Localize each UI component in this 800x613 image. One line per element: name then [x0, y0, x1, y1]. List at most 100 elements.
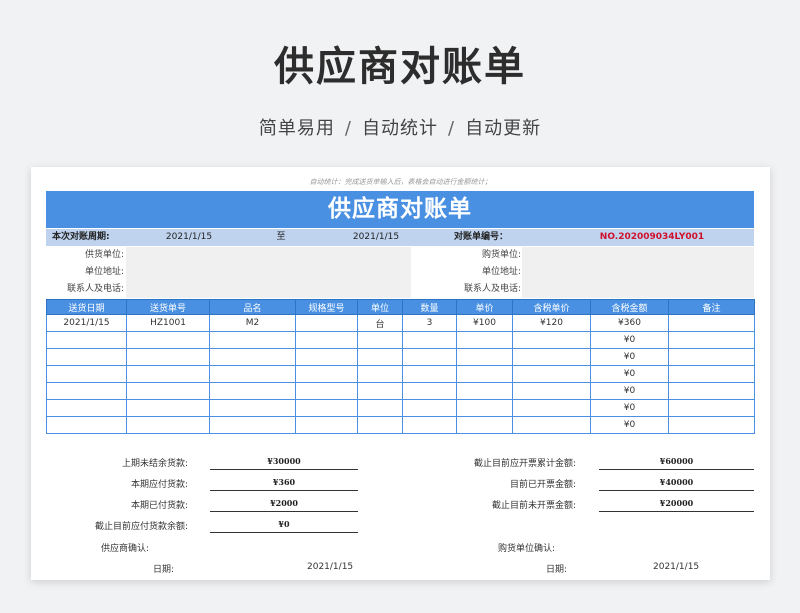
table-cell[interactable]: [456, 331, 513, 349]
table-cell[interactable]: M2: [209, 314, 296, 332]
period-start[interactable]: 2021/1/15: [144, 229, 234, 246]
table-cell[interactable]: [512, 348, 591, 366]
info-row-address: 单位地址: 单位地址:: [46, 264, 754, 281]
summary-value[interactable]: ¥360: [210, 477, 358, 491]
supplier-label: 供货单位:: [84, 250, 124, 260]
table-cell[interactable]: [668, 416, 755, 434]
table-cell[interactable]: ¥0: [590, 331, 669, 349]
table-cell[interactable]: [295, 348, 358, 366]
buyer-date[interactable]: 2021/1/15: [653, 562, 699, 572]
table-cell[interactable]: [46, 348, 127, 366]
table-cell[interactable]: [357, 348, 403, 366]
table-cell[interactable]: [209, 365, 296, 383]
supplier-addr-field[interactable]: [126, 264, 411, 281]
table-cell[interactable]: ¥120: [512, 314, 591, 332]
summary-value[interactable]: ¥30000: [210, 456, 358, 470]
table-cell[interactable]: [295, 382, 358, 400]
table-cell[interactable]: [295, 314, 358, 332]
table-cell[interactable]: [456, 348, 513, 366]
summary-value[interactable]: ¥0: [210, 519, 358, 533]
summary-value[interactable]: ¥2000: [210, 498, 358, 512]
table-cell[interactable]: ¥0: [590, 348, 669, 366]
supplier-addr-label: 单位地址:: [84, 267, 124, 277]
table-cell[interactable]: [295, 365, 358, 383]
table-cell[interactable]: [126, 348, 210, 366]
table-cell[interactable]: ¥100: [456, 314, 513, 332]
table-cell[interactable]: [357, 416, 403, 434]
summary-label: 截止目前应开票累计金额:: [473, 459, 576, 469]
table-cell[interactable]: [209, 331, 296, 349]
period-end[interactable]: 2021/1/15: [326, 229, 426, 246]
summary-value[interactable]: ¥40000: [599, 477, 754, 491]
table-cell[interactable]: HZ1001: [126, 314, 210, 332]
supplier-contact-field[interactable]: [126, 281, 411, 298]
buyer-confirm: 购货单位确认:: [498, 544, 556, 554]
table-cell[interactable]: [456, 365, 513, 383]
table-cell[interactable]: [126, 416, 210, 434]
table-cell[interactable]: [295, 399, 358, 417]
table-cell[interactable]: [209, 416, 296, 434]
table-cell[interactable]: [46, 382, 127, 400]
table-cell[interactable]: [295, 331, 358, 349]
table-cell[interactable]: ¥0: [590, 365, 669, 383]
table-cell[interactable]: [126, 399, 210, 417]
table-cell[interactable]: [357, 399, 403, 417]
buyer-addr-field[interactable]: [522, 264, 754, 281]
subtitle-separator: /: [344, 118, 352, 139]
table-cell[interactable]: [456, 382, 513, 400]
statement-no[interactable]: NO.202009034LY001: [552, 229, 752, 246]
table-cell[interactable]: ¥0: [590, 399, 669, 417]
table-cell[interactable]: [456, 416, 513, 434]
delivery-table: 送货日期 送货单号 品名 规格型号 单位 数量 单价 含税单价 含税金额 备注 …: [46, 299, 755, 434]
table-cell[interactable]: [668, 314, 755, 332]
table-cell[interactable]: [46, 365, 127, 383]
table-cell[interactable]: [357, 331, 403, 349]
table-cell[interactable]: [357, 382, 403, 400]
table-cell[interactable]: [295, 416, 358, 434]
table-cell[interactable]: 台: [357, 314, 403, 332]
table-cell[interactable]: [668, 348, 755, 366]
table-cell[interactable]: [668, 331, 755, 349]
table-row: ¥0: [46, 416, 755, 434]
table-cell[interactable]: [126, 382, 210, 400]
summary-label: 本期应付货款:: [130, 480, 188, 490]
table-cell[interactable]: [668, 399, 755, 417]
table-cell[interactable]: [209, 382, 296, 400]
buyer-field[interactable]: [522, 247, 754, 264]
table-row: 2021/1/15 HZ1001 M2 台 3 ¥100 ¥120 ¥360: [46, 314, 755, 332]
table-cell[interactable]: [512, 331, 591, 349]
table-cell[interactable]: [512, 399, 591, 417]
supplier-date[interactable]: 2021/1/15: [307, 562, 353, 572]
table-cell[interactable]: [512, 365, 591, 383]
table-cell[interactable]: [402, 382, 457, 400]
table-cell[interactable]: [512, 382, 591, 400]
table-cell[interactable]: [46, 331, 127, 349]
table-cell[interactable]: [46, 399, 127, 417]
table-cell[interactable]: [126, 365, 210, 383]
table-cell[interactable]: 2021/1/15: [46, 314, 127, 332]
table-cell[interactable]: [402, 331, 457, 349]
summary-value[interactable]: ¥60000: [599, 456, 754, 470]
table-cell[interactable]: [402, 399, 457, 417]
table-cell[interactable]: [209, 399, 296, 417]
supplier-field[interactable]: [126, 247, 411, 264]
table-cell[interactable]: ¥360: [590, 314, 669, 332]
table-cell[interactable]: [402, 348, 457, 366]
table-cell[interactable]: [357, 365, 403, 383]
auto-stat-note: 自动统计：完成送货单输入后，表格会自动进行金额统计；: [309, 178, 492, 186]
col-header: 备注: [668, 299, 755, 315]
table-cell[interactable]: [668, 382, 755, 400]
summary-value[interactable]: ¥20000: [599, 498, 754, 512]
table-cell[interactable]: [512, 416, 591, 434]
table-cell[interactable]: [402, 365, 457, 383]
table-cell[interactable]: ¥0: [590, 416, 669, 434]
table-cell[interactable]: [402, 416, 457, 434]
table-cell[interactable]: 3: [402, 314, 457, 332]
table-cell[interactable]: ¥0: [590, 382, 669, 400]
table-cell[interactable]: [209, 348, 296, 366]
table-cell[interactable]: [126, 331, 210, 349]
table-cell[interactable]: [668, 365, 755, 383]
table-cell[interactable]: [46, 416, 127, 434]
buyer-contact-field[interactable]: [522, 281, 754, 298]
table-cell[interactable]: [456, 399, 513, 417]
